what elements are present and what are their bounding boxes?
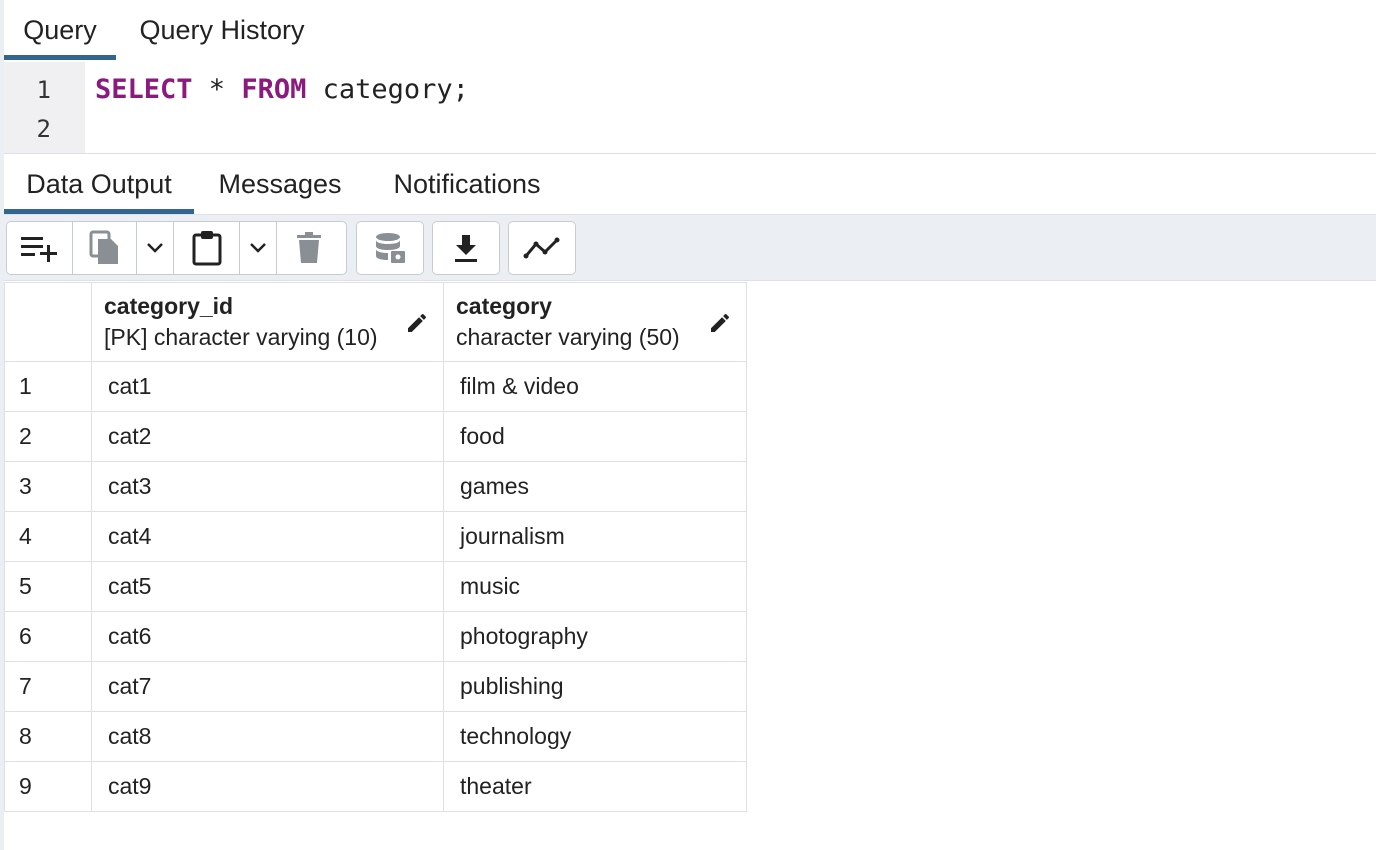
graph-icon bbox=[523, 237, 560, 259]
line-number: 2 bbox=[36, 115, 51, 143]
cell-category-id[interactable]: cat3 bbox=[91, 461, 444, 512]
sql-table-name: category; bbox=[306, 74, 469, 105]
cell-category[interactable]: film & video bbox=[443, 361, 747, 412]
cell-category[interactable]: technology bbox=[443, 711, 747, 762]
add-row-icon bbox=[20, 237, 57, 262]
result-grid: category_id [PK] character varying (10) … bbox=[4, 282, 747, 812]
output-tabs: Data Output Messages Notifications bbox=[4, 154, 1376, 214]
line-number: 1 bbox=[36, 76, 51, 104]
cell-category[interactable]: games bbox=[443, 461, 747, 512]
copy-options-button[interactable] bbox=[137, 222, 174, 274]
data-output-toolbar bbox=[4, 214, 1376, 281]
table-row[interactable]: 5 cat5 music bbox=[4, 561, 747, 612]
pencil-icon[interactable] bbox=[405, 311, 429, 335]
graph-visualiser-button[interactable] bbox=[509, 222, 575, 274]
row-number[interactable]: 3 bbox=[4, 461, 92, 512]
tab-query[interactable]: Query bbox=[4, 0, 116, 60]
chevron-down-icon bbox=[250, 243, 266, 253]
download-icon bbox=[455, 235, 477, 262]
column-name: category bbox=[456, 293, 552, 319]
tab-messages[interactable]: Messages bbox=[198, 154, 362, 214]
query-tabs: Query Query History bbox=[4, 0, 1376, 63]
cell-category-id[interactable]: cat8 bbox=[91, 711, 444, 762]
add-row-button[interactable] bbox=[7, 222, 73, 274]
sql-editor[interactable]: 1 2 SELECT * FROM category; bbox=[4, 62, 1376, 154]
table-row[interactable]: 7 cat7 publishing bbox=[4, 661, 747, 712]
row-number-header[interactable] bbox=[4, 282, 92, 362]
cell-category-id[interactable]: cat4 bbox=[91, 511, 444, 562]
cell-category[interactable]: theater bbox=[443, 761, 747, 812]
cell-category-id[interactable]: cat6 bbox=[91, 611, 444, 662]
save-data-button[interactable] bbox=[357, 222, 423, 274]
cell-category[interactable]: food bbox=[443, 411, 747, 462]
row-number[interactable]: 8 bbox=[4, 711, 92, 762]
cell-category-id[interactable]: cat7 bbox=[91, 661, 444, 712]
pencil-icon[interactable] bbox=[708, 311, 732, 335]
code-line-1[interactable]: SELECT * FROM category; bbox=[95, 74, 469, 105]
tab-query-history[interactable]: Query History bbox=[120, 0, 324, 60]
chevron-down-icon bbox=[147, 243, 163, 253]
download-button[interactable] bbox=[433, 222, 499, 274]
column-type: [PK] character varying (10) bbox=[104, 324, 378, 350]
cell-category[interactable]: publishing bbox=[443, 661, 747, 712]
save-data-icon bbox=[376, 233, 405, 263]
cell-category[interactable]: music bbox=[443, 561, 747, 612]
line-number-gutter: 1 2 bbox=[4, 62, 85, 153]
row-number[interactable]: 1 bbox=[4, 361, 92, 412]
download-group bbox=[432, 221, 500, 275]
save-group bbox=[356, 221, 424, 275]
sql-keyword: FROM bbox=[241, 74, 307, 105]
table-row[interactable]: 8 cat8 technology bbox=[4, 711, 747, 762]
grid-header-row: category_id [PK] character varying (10) … bbox=[4, 282, 747, 362]
tab-data-output[interactable]: Data Output bbox=[4, 154, 194, 214]
table-row[interactable]: 4 cat4 journalism bbox=[4, 511, 747, 562]
sql-keyword: SELECT bbox=[95, 74, 193, 105]
delete-row-button[interactable] bbox=[277, 222, 341, 274]
table-row[interactable]: 3 cat3 games bbox=[4, 461, 747, 512]
cell-category-id[interactable]: cat2 bbox=[91, 411, 444, 462]
table-row[interactable]: 2 cat2 food bbox=[4, 411, 747, 462]
sql-star: * bbox=[192, 74, 242, 105]
paste-icon bbox=[192, 231, 221, 266]
column-header-category[interactable]: category character varying (50) bbox=[443, 282, 747, 362]
cell-category-id[interactable]: cat1 bbox=[91, 361, 444, 412]
graph-group bbox=[508, 221, 576, 275]
row-number[interactable]: 9 bbox=[4, 761, 92, 812]
cell-category-id[interactable]: cat5 bbox=[91, 561, 444, 612]
cell-category[interactable]: photography bbox=[443, 611, 747, 662]
column-type: character varying (50) bbox=[456, 324, 680, 350]
copy-icon bbox=[89, 230, 118, 264]
table-row[interactable]: 1 cat1 film & video bbox=[4, 361, 747, 412]
row-number[interactable]: 6 bbox=[4, 611, 92, 662]
row-number[interactable]: 5 bbox=[4, 561, 92, 612]
table-row[interactable]: 6 cat6 photography bbox=[4, 611, 747, 662]
row-number[interactable]: 2 bbox=[4, 411, 92, 462]
paste-options-button[interactable] bbox=[240, 222, 277, 274]
row-number[interactable]: 7 bbox=[4, 661, 92, 712]
row-number[interactable]: 4 bbox=[4, 511, 92, 562]
cell-category[interactable]: journalism bbox=[443, 511, 747, 562]
column-name: category_id bbox=[104, 293, 234, 319]
delete-icon bbox=[297, 232, 321, 263]
copy-button[interactable] bbox=[73, 222, 137, 274]
row-actions-group bbox=[6, 221, 347, 275]
tab-notifications[interactable]: Notifications bbox=[368, 154, 566, 214]
paste-button[interactable] bbox=[174, 222, 240, 274]
cell-category-id[interactable]: cat9 bbox=[91, 761, 444, 812]
column-header-category-id[interactable]: category_id [PK] character varying (10) bbox=[91, 282, 444, 362]
table-row[interactable]: 9 cat9 theater bbox=[4, 761, 747, 812]
